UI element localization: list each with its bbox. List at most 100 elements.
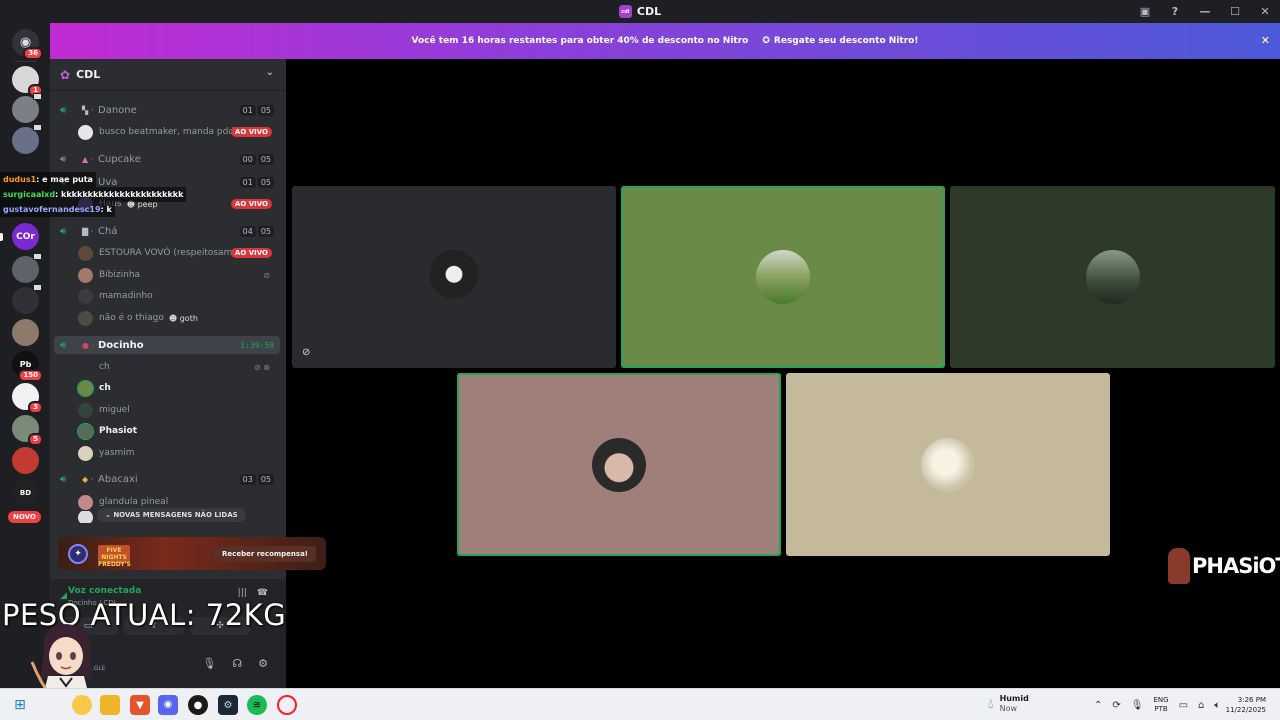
new-messages-pill[interactable]: ⌄ NOVAS MENSAGENS NÃO LIDAS xyxy=(97,508,246,522)
file-explorer-icon[interactable] xyxy=(100,695,120,715)
channel-emoji-icon: ▲ · xyxy=(82,154,94,164)
discord-taskbar-icon[interactable]: ◉ xyxy=(158,695,178,715)
microphone-icon[interactable]: 🎙︎ xyxy=(202,657,216,670)
live-badge: AO VIVO xyxy=(230,248,272,258)
voice-channel-docinho[interactable]: 🔊︎ ● · Docinho 1:39:59 xyxy=(54,336,280,354)
member-name: glandula pineal xyxy=(99,497,169,507)
sync-icon[interactable]: ⟳ xyxy=(1112,700,1120,711)
server-badge: 3 xyxy=(28,401,43,414)
clock[interactable]: 3:26 PM 11/22/2025 xyxy=(1226,695,1266,715)
chat-message: : e mae puta xyxy=(36,175,93,184)
speaker-icon: 🔊︎ xyxy=(60,473,67,485)
member-item[interactable]: ch ⊘ ⊗ xyxy=(78,358,278,376)
noise-suppression-icon[interactable]: ||| xyxy=(238,588,247,598)
chevron-up-icon[interactable]: ⌃ xyxy=(1094,700,1102,711)
channel-timer: 1:39:59 xyxy=(240,340,274,350)
nitro-banner: Você tem 16 horas restantes para obter 4… xyxy=(50,23,1280,59)
server-icon-6[interactable] xyxy=(12,284,42,314)
claim-reward-button[interactable]: Receber recompensa! xyxy=(214,545,316,562)
volume-icon[interactable]: 🔈︎ xyxy=(1214,700,1220,711)
server-icon-10[interactable]: 5 xyxy=(12,415,43,446)
streamer-logo-text: PHASiOT xyxy=(1192,554,1280,578)
avatar xyxy=(78,359,93,375)
disconnect-icon[interactable]: ☎ xyxy=(257,588,268,598)
language-indicator[interactable]: ENG PTB xyxy=(1153,696,1168,714)
user-count: 01 xyxy=(239,176,256,188)
chat-line: surgicaalxd: kkkkkkkkkkkkkkkkkkkkkkk xyxy=(0,187,187,202)
channel-emoji-icon: ▚ · xyxy=(82,105,94,115)
video-tile[interactable] xyxy=(457,373,781,556)
server-header[interactable]: ✿ CDL ⌄ xyxy=(50,59,286,91)
steam-icon[interactable]: ⚙ xyxy=(218,695,238,715)
app-icon-1[interactable] xyxy=(72,695,92,715)
server-avatar xyxy=(12,447,39,474)
help-icon[interactable]: ? xyxy=(1160,0,1190,23)
server-icon-2[interactable] xyxy=(12,93,42,123)
maximize-button[interactable]: ☐ xyxy=(1220,0,1250,23)
gift-icon: ✪ xyxy=(762,36,770,46)
channel-sidebar: ✿ CDL ⌄ 🔊︎ ▚ · Danone 01 05 busco beatmak… xyxy=(50,59,326,688)
member-item[interactable]: miguel xyxy=(78,401,278,419)
avatar xyxy=(78,511,93,523)
promo-card: ✦ FIVE NIGHTS FREDDY'S Receber recompens… xyxy=(58,537,326,570)
network-icon[interactable]: ⌂ xyxy=(1198,700,1204,711)
opera-icon[interactable] xyxy=(277,695,297,715)
member-item[interactable]: ESTOURA VOVÓ (respeitosam... AO VIVO xyxy=(78,244,278,262)
server-icon-8[interactable]: Pb 150 xyxy=(12,351,43,382)
inbox-icon[interactable]: ▣ xyxy=(1130,0,1160,23)
muted-deafened-icon: ⊘ ⊗ xyxy=(254,362,270,372)
banner-close-icon[interactable]: ✕ xyxy=(1261,34,1270,47)
server-badge: 150 xyxy=(18,369,43,382)
close-window-button[interactable]: ✕ xyxy=(1250,0,1280,23)
speaker-icon: 🔊︎ xyxy=(60,225,67,237)
microphone-tray-icon[interactable]: 🎙︎ xyxy=(1131,700,1144,711)
member-name: yasmim xyxy=(99,448,135,458)
member-item[interactable]: mamadinho xyxy=(78,287,278,305)
avatar xyxy=(78,288,93,304)
spotify-icon[interactable]: ≋ xyxy=(247,695,267,715)
video-tile[interactable] xyxy=(621,186,945,368)
server-icon-11[interactable] xyxy=(12,447,39,474)
headphones-icon[interactable]: ☊ xyxy=(232,657,242,670)
server-icon-3[interactable] xyxy=(12,124,42,154)
video-tile[interactable] xyxy=(950,186,1275,368)
minimize-button[interactable]: — xyxy=(1190,0,1220,23)
member-item[interactable]: Phasiot xyxy=(77,422,278,440)
member-item[interactable]: Bibizinha ⊘ xyxy=(78,266,278,284)
banner-link[interactable]: Resgate seu desconto Nitro! xyxy=(774,36,919,46)
settings-gear-icon[interactable]: ⚙ xyxy=(258,657,268,670)
member-item[interactable]: yasmim xyxy=(78,444,278,462)
monitor-icon[interactable]: ▭ xyxy=(1179,700,1188,711)
chevron-down-icon[interactable]: ⌄ xyxy=(266,67,274,78)
server-icon-1[interactable]: 1 xyxy=(12,66,43,97)
new-label[interactable]: NOVO xyxy=(8,511,41,523)
member-item[interactable]: ch xyxy=(77,379,278,397)
member-item[interactable]: não é o thiago ☻ goth xyxy=(78,309,278,327)
voice-channel-danone[interactable]: 🔊︎ ▚ · Danone 01 05 xyxy=(54,101,280,119)
avatar xyxy=(77,422,94,440)
brave-browser-icon[interactable]: ▼ xyxy=(130,695,150,715)
voice-channel-cupcake[interactable]: 🔊︎ ▲ · Cupcake 00 05 xyxy=(54,150,280,168)
voice-channel-cha[interactable]: 🔊︎ ▇ · Chá 04 05 xyxy=(54,222,280,240)
windows-start-icon[interactable]: ⊞ xyxy=(10,695,30,715)
voice-channel-abacaxi[interactable]: 🔊︎ ◆ · Abacaxi 03 05 xyxy=(54,470,280,488)
video-tile[interactable] xyxy=(786,373,1110,556)
avatar xyxy=(77,379,94,397)
server-icon-7[interactable] xyxy=(12,319,39,346)
direct-messages-button[interactable]: ◉ 36 xyxy=(12,29,43,60)
member-item[interactable]: busco beatmaker, manda pdd AO VIVO xyxy=(78,123,278,141)
weather-widget[interactable]: 💧︎ Humid Now xyxy=(988,694,1029,714)
member-name: Phasiot xyxy=(99,426,138,436)
taskbar: ⊞ ▼ ◉ ● ⚙ ≋ 💧︎ Humid Now ⌃ ⟳ 🎙︎ ENG PTB ▭ … xyxy=(0,688,1280,720)
server-icon-12[interactable]: BD xyxy=(12,479,39,506)
live-badge: AO VIVO xyxy=(230,127,272,137)
user-limit: 05 xyxy=(257,153,274,165)
server-icon-9[interactable]: 3 xyxy=(12,383,43,414)
member-name: ch xyxy=(99,362,110,372)
server-icon-5[interactable] xyxy=(12,253,42,283)
avatar xyxy=(78,124,93,140)
server-icon-cdl[interactable]: COr xyxy=(12,223,39,250)
chat-username: surgicaalxd xyxy=(3,190,56,199)
video-tile[interactable]: ⊘ xyxy=(292,186,616,368)
obs-icon[interactable]: ● xyxy=(188,695,208,715)
